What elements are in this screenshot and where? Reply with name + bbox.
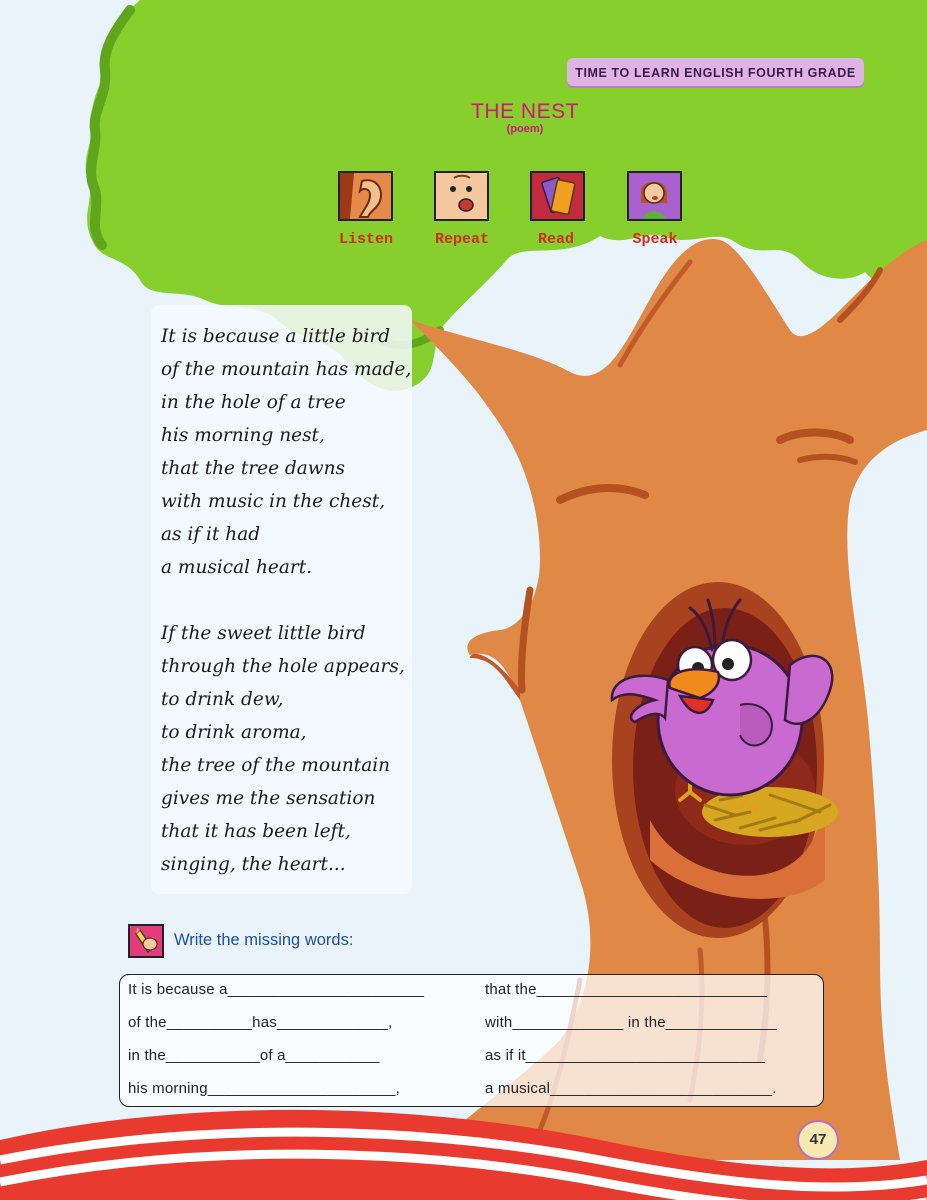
exercise-line-right[interactable]: as if it____________________________ [485, 1047, 765, 1064]
pencil-hand-icon [128, 924, 164, 958]
exercise-line-right[interactable]: with_____________ in the_____________ [485, 1014, 777, 1031]
poem-line: in the hole of a tree [161, 392, 346, 413]
activity-label-listen: Listen [338, 231, 393, 248]
poem-line: his morning nest, [161, 425, 325, 446]
poem-line: It is because a little bird [161, 326, 391, 347]
page-subtitle: (poem) [506, 123, 544, 135]
page-number: 47 [797, 1120, 839, 1160]
exercise-line-left[interactable]: of the__________has_____________, [128, 1014, 392, 1031]
poem-line: with music in the chest, [161, 491, 386, 512]
poem-line: through the hole appears, [161, 656, 405, 677]
activity-label-read: Read [537, 231, 574, 248]
poem-line: If the sweet little bird [161, 623, 366, 644]
poem-line: that it has been left, [161, 821, 351, 842]
activity-label-speak: Speak [632, 231, 678, 248]
poem-line: a musical heart. [161, 557, 313, 578]
poem-line: to drink dew, [161, 689, 284, 710]
poem-line: gives me the sensation [161, 788, 376, 809]
exercise-instruction: Write the missing words: [174, 931, 354, 949]
poem-line: to drink aroma, [161, 722, 307, 743]
poem-line: of the mountain has made, [161, 359, 412, 380]
exercise-line-right[interactable]: that the___________________________ [485, 981, 767, 998]
poem-line: the tree of the mountain [161, 755, 391, 776]
poem-line: singing, the heart... [161, 854, 346, 875]
exercise-line-left[interactable]: in the___________of a___________ [128, 1047, 380, 1064]
series-label: TIME TO LEARN ENGLISH FOURTH GRADE [575, 66, 856, 80]
series-header: TIME TO LEARN ENGLISH FOURTH GRADE [567, 58, 864, 86]
exercise-line-right[interactable]: a musical__________________________. [485, 1080, 777, 1097]
activity-label-repeat: Repeat [434, 231, 489, 248]
talking-face-icon [434, 171, 489, 221]
girl-speaking-icon [627, 171, 682, 221]
ear-icon [338, 171, 393, 221]
books-icon [530, 171, 585, 221]
page-title: THE NEST [471, 100, 579, 123]
exercise-line-left[interactable]: his morning______________________, [128, 1080, 400, 1097]
poem-line: as if it had [161, 524, 261, 545]
poem-line: that the tree dawns [161, 458, 346, 479]
exercise-line-left[interactable]: It is because a_______________________ [128, 981, 424, 998]
